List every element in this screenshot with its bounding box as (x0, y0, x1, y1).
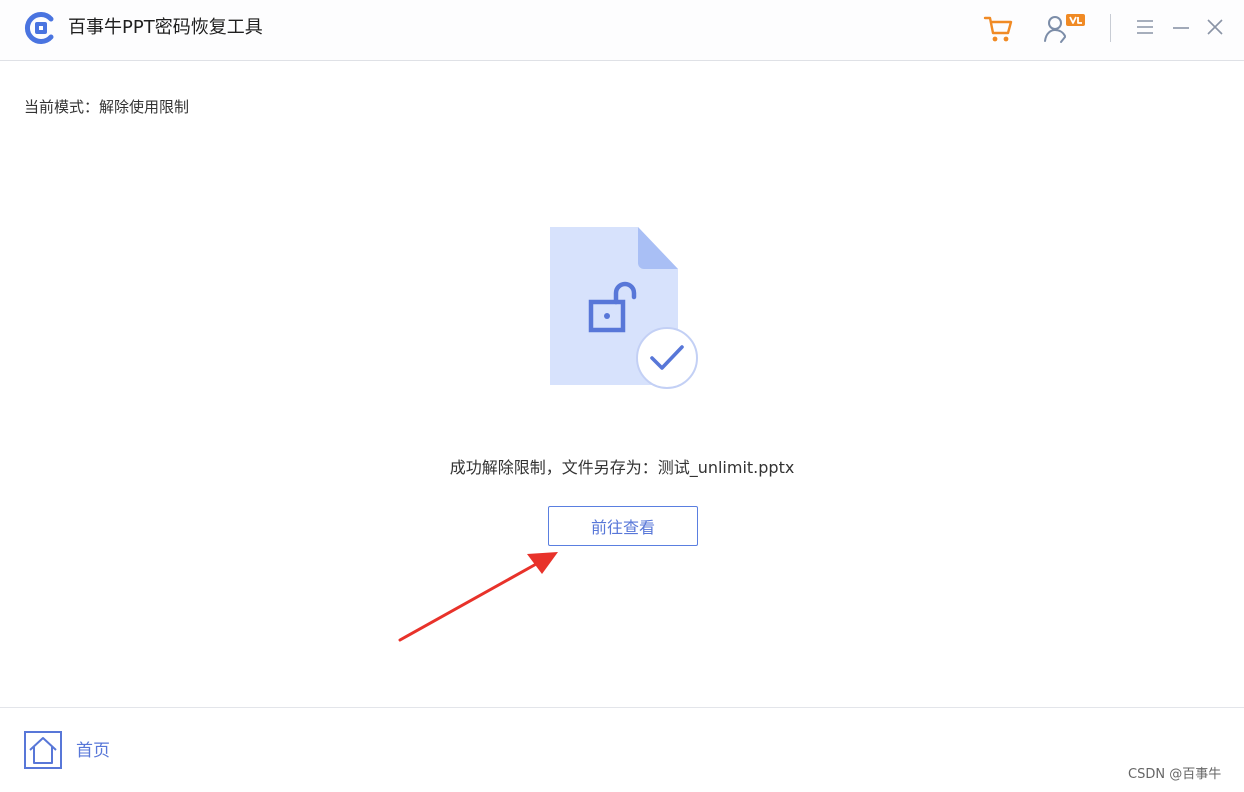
view-file-button[interactable]: 前往查看 (548, 506, 698, 546)
home-label: 首页 (76, 741, 110, 761)
user-vip-icon[interactable] (1042, 12, 1088, 44)
home-button[interactable]: 首页 (24, 731, 124, 771)
success-message: 成功解除限制，文件另存为：测试_unlimit.pptx (449, 458, 795, 477)
red-arrow-annotation (398, 552, 558, 642)
unlocked-file-icon (550, 227, 698, 389)
app-title: 百事牛PPT密码恢复工具 (68, 17, 263, 38)
cart-icon[interactable] (982, 12, 1014, 44)
close-icon[interactable] (1204, 16, 1226, 38)
home-icon (24, 731, 62, 769)
current-mode-label: 当前模式：解除使用限制 (24, 98, 190, 116)
minimize-icon[interactable] (1170, 16, 1192, 38)
menu-icon[interactable] (1134, 16, 1156, 38)
footer-divider (0, 707, 1244, 708)
app-logo-icon (24, 12, 54, 44)
titlebar-separator (1110, 14, 1111, 42)
csdn-watermark: CSDN @百事牛 (1128, 767, 1222, 782)
check-circle-icon (636, 327, 698, 389)
title-bar: 百事牛PPT密码恢复工具 (0, 0, 1244, 61)
